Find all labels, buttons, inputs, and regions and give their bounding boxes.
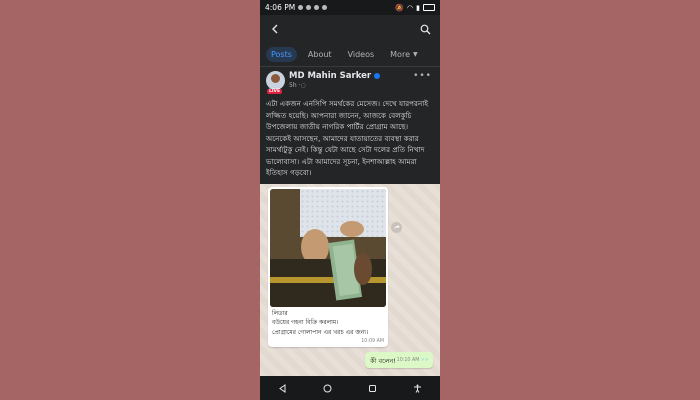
author-row: MD Mahin Sarker [289, 71, 381, 81]
double-check-icon: ✓✓ [420, 357, 429, 363]
tab-about[interactable]: About [303, 47, 337, 62]
search-icon[interactable] [418, 22, 432, 36]
nav-back-icon[interactable] [276, 381, 290, 395]
back-arrow-icon[interactable] [268, 22, 282, 36]
verified-badge-icon [374, 73, 381, 79]
message-line: লিডার [272, 309, 288, 317]
post-age: 5h [289, 82, 297, 89]
outgoing-message-time: 10:10 AM ✓✓ [397, 358, 429, 363]
incoming-message-bubble: লিডার বউয়ের গহনা বিক্রি করলাম। প্রোগ্রা… [268, 186, 388, 347]
outgoing-message-bubble: কী বলেন! 10:10 AM ✓✓ [365, 351, 433, 368]
forward-icon [391, 221, 402, 233]
tab-videos[interactable]: Videos [343, 47, 380, 62]
tab-more-label: More [390, 50, 410, 59]
outgoing-time-label: 10:10 AM [396, 357, 420, 363]
message-line: প্রোগ্রামের গোলাপান এর খরচ এর জন্য। [272, 328, 369, 336]
avatar-face [271, 74, 280, 83]
post-header: LIVE MD Mahin Sarker 5h ·◌ ••• [266, 71, 434, 94]
globe-icon: ·◌ [298, 82, 306, 89]
incoming-message-time: 10:09 AM [361, 338, 384, 344]
outgoing-message-text: কী বলেন! [370, 356, 397, 365]
avatar[interactable]: LIVE [266, 71, 285, 94]
message-photo [270, 188, 386, 307]
app-bar [260, 15, 440, 43]
accessibility-icon[interactable] [411, 381, 425, 395]
more-notifications-icon [322, 5, 328, 10]
more-options-icon[interactable]: ••• [413, 71, 432, 81]
post-text: এটা একজন এনসিপি সমর্থকের মেসেজ। দেখে যার… [266, 99, 429, 177]
message-line: বউয়ের গহনা বিক্রি করলাম। [272, 319, 339, 326]
battery-icon [423, 4, 435, 11]
post-card: LIVE MD Mahin Sarker 5h ·◌ ••• এটা একজন … [260, 67, 440, 394]
nav-home-icon[interactable] [321, 381, 335, 395]
chevron-down-icon: ▼ [413, 51, 418, 58]
status-time: 4:06 PM [265, 3, 296, 12]
status-bar: 4:06 PM 🔕 ◠ ▮ [260, 0, 440, 15]
wifi-icon: ◠ [407, 3, 414, 12]
signal-icon: ▮ [416, 3, 420, 12]
live-badge: LIVE [267, 89, 283, 94]
app-notification-icon [314, 5, 320, 10]
post-meta: 5h ·◌ [289, 82, 380, 89]
tab-posts[interactable]: Posts [266, 47, 297, 62]
post-image[interactable]: লিডার বউয়ের গহনা বিক্রি করলাম। প্রোগ্রা… [260, 183, 440, 394]
phone-screen: 4:06 PM 🔕 ◠ ▮ Posts About Videos More ▼ [260, 0, 440, 400]
nav-recents-icon[interactable] [366, 381, 380, 395]
system-nav-bar [260, 376, 440, 400]
mute-icon: 🔕 [395, 3, 405, 12]
incoming-message-text: লিডার বউয়ের গহনা বিক্রি করলাম। প্রোগ্রা… [272, 309, 368, 338]
notification-icon [298, 5, 304, 10]
profile-tabs: Posts About Videos More ▼ [260, 43, 440, 67]
tab-more[interactable]: More ▼ [385, 47, 422, 62]
author-name[interactable]: MD Mahin Sarker [289, 71, 371, 81]
messenger-icon [306, 5, 312, 10]
